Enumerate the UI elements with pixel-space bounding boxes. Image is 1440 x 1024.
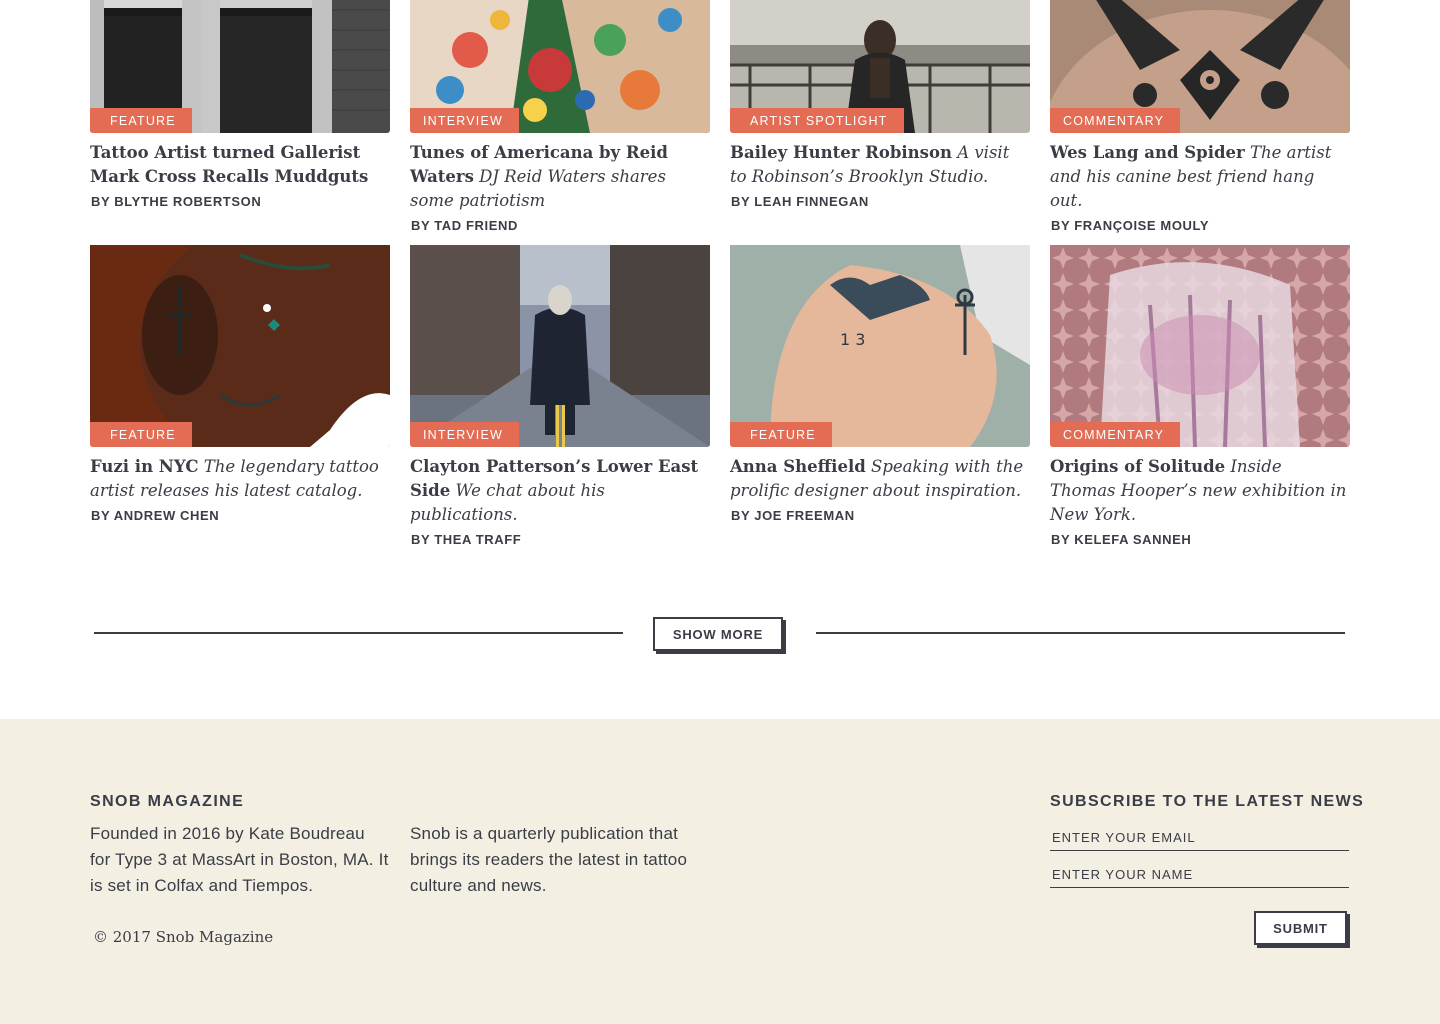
article-byline[interactable]: BY JOE FREEMAN: [730, 508, 1030, 523]
article-byline[interactable]: BY THEA TRAFF: [410, 532, 710, 547]
show-more-button[interactable]: SHOW MORE: [653, 617, 783, 651]
article-image[interactable]: Feature: [90, 245, 390, 447]
article-grid-row-2: Feature Fuzi in NYC The legendary tattoo…: [90, 245, 1350, 547]
article-card[interactable]: Commentary Wes Lang and Spider The artis…: [1050, 0, 1350, 233]
article-headline[interactable]: Origins of Solitude Inside Thomas Hooper…: [1050, 455, 1350, 527]
article-grid-row-1: Feature Tattoo Artist turned Gallerist M…: [90, 0, 1350, 233]
article-card[interactable]: Feature Tattoo Artist turned Gallerist M…: [90, 0, 390, 233]
article-headline[interactable]: Fuzi in NYC The legendary tattoo artist …: [90, 455, 390, 503]
footer-title: SNOB MAGAZINE: [90, 793, 245, 810]
divider-right: [816, 632, 1345, 634]
article-card[interactable]: 1 3 Feature Anna Sheffield Speaking with…: [730, 245, 1030, 547]
article-headline[interactable]: Tunes of Americana by Reid Waters DJ Rei…: [410, 141, 710, 213]
article-image[interactable]: Interview: [410, 0, 710, 133]
footer-about-text: Founded in 2016 by Kate Boudreau for Typ…: [90, 824, 389, 895]
copyright: © 2017 Snob Magazine: [93, 928, 274, 946]
category-badge[interactable]: Interview: [410, 422, 520, 447]
article-headline[interactable]: Clayton Patterson’s Lower East Side We c…: [410, 455, 710, 527]
article-headline[interactable]: Tattoo Artist turned Gallerist Mark Cros…: [90, 141, 390, 189]
article-card[interactable]: Commentary Origins of Solitude Inside Th…: [1050, 245, 1350, 547]
category-badge[interactable]: Artist Spotlight: [730, 108, 904, 133]
category-badge[interactable]: Commentary: [1050, 422, 1181, 447]
svg-text:1 3: 1 3: [840, 330, 865, 349]
article-headline[interactable]: Wes Lang and Spider The artist and his c…: [1050, 141, 1350, 213]
category-badge[interactable]: Feature: [90, 422, 192, 447]
footer-description-text: Snob is a quarterly publication that bri…: [410, 824, 688, 895]
divider-left: [94, 632, 623, 634]
article-image[interactable]: Feature: [90, 0, 390, 133]
category-badge[interactable]: Commentary: [1050, 108, 1181, 133]
article-byline[interactable]: BY BLYTHE ROBERTSON: [90, 194, 390, 209]
article-image[interactable]: 1 3 Feature: [730, 245, 1030, 447]
name-field[interactable]: [1050, 862, 1349, 888]
article-card[interactable]: Interview Tunes of Americana by Reid Wat…: [410, 0, 710, 233]
article-byline[interactable]: BY FRANÇOISE MOULY: [1050, 218, 1350, 233]
article-card[interactable]: Feature Fuzi in NYC The legendary tattoo…: [90, 245, 390, 547]
article-card[interactable]: Interview Clayton Patterson’s Lower East…: [410, 245, 710, 547]
article-byline[interactable]: BY TAD FRIEND: [410, 218, 710, 233]
article-byline[interactable]: BY LEAH FINNEGAN: [730, 194, 1030, 209]
subscribe-title: SUBSCRIBE TO THE LATEST NEWS: [1050, 793, 1365, 810]
article-byline[interactable]: BY ANDREW CHEN: [90, 508, 390, 523]
article-image[interactable]: Interview: [410, 245, 710, 447]
article-headline[interactable]: Bailey Hunter Robinson A visit to Robins…: [730, 141, 1030, 189]
email-field[interactable]: [1050, 825, 1349, 851]
article-card[interactable]: Artist Spotlight Bailey Hunter Robinson …: [730, 0, 1030, 233]
submit-button[interactable]: SUBMIT: [1254, 911, 1347, 945]
article-headline[interactable]: Anna Sheffield Speaking with the prolifi…: [730, 455, 1030, 503]
article-image[interactable]: Commentary: [1050, 245, 1350, 447]
category-badge[interactable]: Feature: [90, 108, 192, 133]
footer: SNOB MAGAZINE Founded in 2016 by Kate Bo…: [0, 719, 1440, 1024]
category-badge[interactable]: Feature: [730, 422, 832, 447]
category-badge[interactable]: Interview: [410, 108, 520, 133]
article-byline[interactable]: BY KELEFA SANNEH: [1050, 532, 1350, 547]
article-image[interactable]: Artist Spotlight: [730, 0, 1030, 133]
article-image[interactable]: Commentary: [1050, 0, 1350, 133]
